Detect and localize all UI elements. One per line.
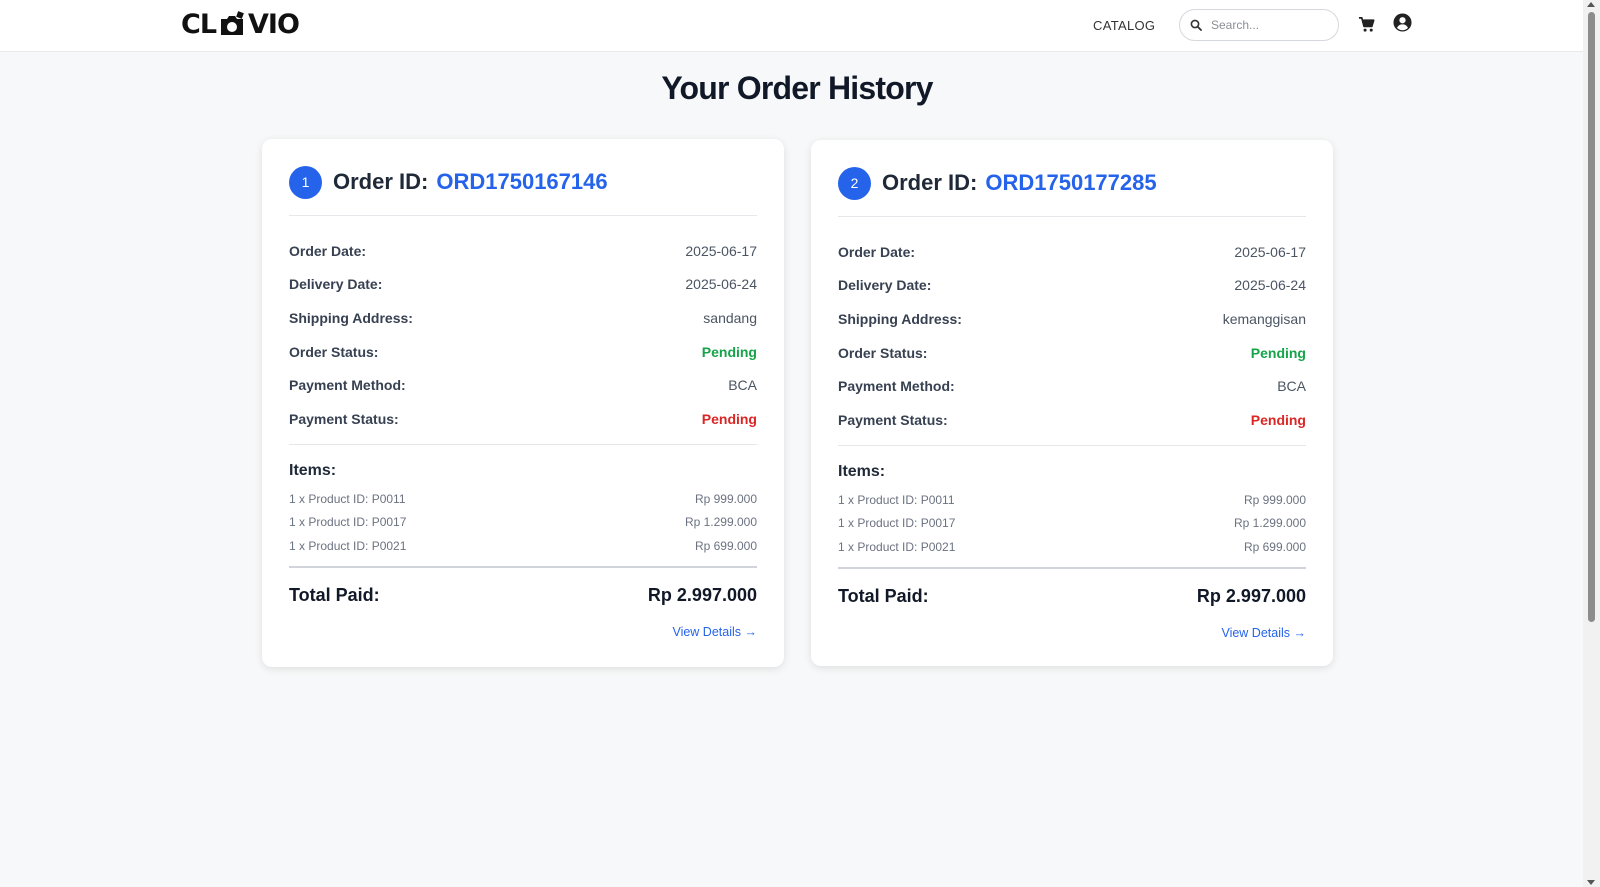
shipping-address-row: Shipping Address: sandang xyxy=(289,301,757,335)
vertical-scrollbar[interactable] xyxy=(1583,0,1600,887)
order-card: 1 Order ID: ORD1750167146 Order Date: 20… xyxy=(262,139,784,667)
item-description: 1 x Product ID: P0021 xyxy=(289,538,407,553)
delivery-date-value: 2025-06-24 xyxy=(1234,277,1306,294)
view-details-link[interactable]: View Details → xyxy=(1221,626,1306,640)
item-description: 1 x Product ID: P0017 xyxy=(838,516,956,531)
order-id-label: Order ID: xyxy=(333,169,429,194)
order-status-label: Order Status: xyxy=(838,344,928,361)
order-status-row: Order Status: Pending xyxy=(289,335,757,369)
delivery-date-row: Delivery Date: 2025-06-24 xyxy=(289,268,757,302)
item-price: Rp 999.000 xyxy=(694,491,757,506)
order-info: Order Date: 2025-06-17 Delivery Date: 20… xyxy=(289,216,757,436)
item-price: Rp 1.299.000 xyxy=(684,515,757,530)
delivery-date-label: Delivery Date: xyxy=(289,276,383,293)
scroll-up-arrow-icon[interactable] xyxy=(1587,2,1595,7)
order-date-value: 2025-06-17 xyxy=(685,242,757,259)
item-price: Rp 1.299.000 xyxy=(1233,516,1306,531)
payment-status-value: Pending xyxy=(701,410,757,427)
search-input[interactable] xyxy=(1211,18,1321,32)
payment-status-label: Payment Status: xyxy=(289,410,399,427)
total-paid-label: Total Paid: xyxy=(838,585,929,606)
items-heading: Items: xyxy=(289,461,337,479)
order-date-row: Order Date: 2025-06-17 xyxy=(289,234,757,268)
order-id-value: ORD1750177285 xyxy=(985,170,1157,195)
order-item: 1 x Product ID: P0017 Rp 1.299.000 xyxy=(838,516,1306,540)
order-id-value: ORD1750167146 xyxy=(436,169,608,194)
order-status-value: Pending xyxy=(1250,344,1306,361)
payment-method-value: BCA xyxy=(1277,378,1306,395)
cart-icon[interactable] xyxy=(1358,16,1375,33)
logo-text-left: CL xyxy=(181,9,217,40)
payment-status-value: Pending xyxy=(1250,411,1306,428)
shipping-address-label: Shipping Address: xyxy=(289,309,413,326)
scroll-down-arrow-icon[interactable] xyxy=(1587,880,1595,885)
order-item: 1 x Product ID: P0017 Rp 1.299.000 xyxy=(289,515,757,539)
delivery-date-row: Delivery Date: 2025-06-24 xyxy=(838,269,1306,303)
total-paid-label: Total Paid: xyxy=(289,584,380,605)
view-details-wrapper: View Details → xyxy=(289,625,757,639)
order-id-label: Order ID: xyxy=(882,170,978,195)
total-paid-row: Total Paid: Rp 2.997.000 xyxy=(838,569,1306,623)
items-heading: Items: xyxy=(838,462,886,480)
order-date-label: Order Date: xyxy=(838,243,916,260)
nav-catalog-link[interactable]: CATALOG xyxy=(1093,18,1155,33)
order-item: 1 x Product ID: P0011 Rp 999.000 xyxy=(838,493,1306,517)
item-description: 1 x Product ID: P0017 xyxy=(289,515,407,530)
view-details-wrapper: View Details → xyxy=(838,626,1306,640)
brand-logo[interactable]: CL VIO xyxy=(181,9,300,40)
order-date-value: 2025-06-17 xyxy=(1234,243,1306,260)
total-paid-value: Rp 2.997.000 xyxy=(1196,585,1306,606)
divider xyxy=(289,443,757,445)
payment-status-row: Payment Status: Pending xyxy=(289,402,757,436)
search-bar[interactable] xyxy=(1179,9,1339,41)
order-item: 1 x Product ID: P0021 Rp 699.000 xyxy=(289,539,757,563)
item-description: 1 x Product ID: P0021 xyxy=(838,539,956,554)
payment-method-row: Payment Method: BCA xyxy=(289,368,757,402)
order-date-label: Order Date: xyxy=(289,242,367,259)
order-index-badge: 1 xyxy=(289,165,322,199)
item-price: Rp 699.000 xyxy=(1243,539,1306,554)
camera-logo-icon xyxy=(221,10,244,35)
payment-method-label: Payment Method: xyxy=(289,377,406,394)
payment-method-value: BCA xyxy=(728,377,757,394)
user-circle-icon[interactable] xyxy=(1393,13,1412,32)
order-index-badge: 2 xyxy=(838,166,871,200)
payment-method-label: Payment Method: xyxy=(838,378,955,395)
item-description: 1 x Product ID: P0011 xyxy=(289,491,406,506)
order-item: 1 x Product ID: P0011 Rp 999.000 xyxy=(289,492,757,516)
shipping-address-row: Shipping Address: kemanggisan xyxy=(838,302,1306,336)
item-price: Rp 999.000 xyxy=(1243,492,1306,507)
logo-text-right: VIO xyxy=(248,9,300,40)
order-card-header: 1 Order ID: ORD1750167146 xyxy=(289,165,757,199)
search-icon xyxy=(1190,19,1202,31)
order-item: 1 x Product ID: P0021 Rp 699.000 xyxy=(838,540,1306,564)
delivery-date-value: 2025-06-24 xyxy=(685,276,757,293)
view-details-link[interactable]: View Details → xyxy=(672,625,757,639)
order-status-row: Order Status: Pending xyxy=(838,336,1306,370)
total-paid-value: Rp 2.997.000 xyxy=(647,584,757,605)
shipping-address-label: Shipping Address: xyxy=(838,310,962,327)
payment-status-label: Payment Status: xyxy=(838,411,948,428)
delivery-date-label: Delivery Date: xyxy=(838,277,932,294)
scrollbar-thumb[interactable] xyxy=(1588,12,1595,622)
order-info: Order Date: 2025-06-17 Delivery Date: 20… xyxy=(838,217,1306,437)
shipping-address-value: sandang xyxy=(703,309,757,326)
item-price: Rp 699.000 xyxy=(694,538,757,553)
top-navbar: CL VIO CATALOG xyxy=(0,0,1583,52)
item-description: 1 x Product ID: P0011 xyxy=(838,492,955,507)
divider xyxy=(838,444,1306,446)
order-status-label: Order Status: xyxy=(289,343,379,360)
order-status-value: Pending xyxy=(701,343,757,360)
payment-status-row: Payment Status: Pending xyxy=(838,403,1306,437)
order-date-row: Order Date: 2025-06-17 xyxy=(838,235,1306,269)
order-card-header: 2 Order ID: ORD1750177285 xyxy=(838,166,1306,200)
total-paid-row: Total Paid: Rp 2.997.000 xyxy=(289,568,757,622)
order-card: 2 Order ID: ORD1750177285 Order Date: 20… xyxy=(811,140,1333,666)
page-title: Your Order History xyxy=(661,70,933,106)
payment-method-row: Payment Method: BCA xyxy=(838,369,1306,403)
shipping-address-value: kemanggisan xyxy=(1222,310,1306,327)
